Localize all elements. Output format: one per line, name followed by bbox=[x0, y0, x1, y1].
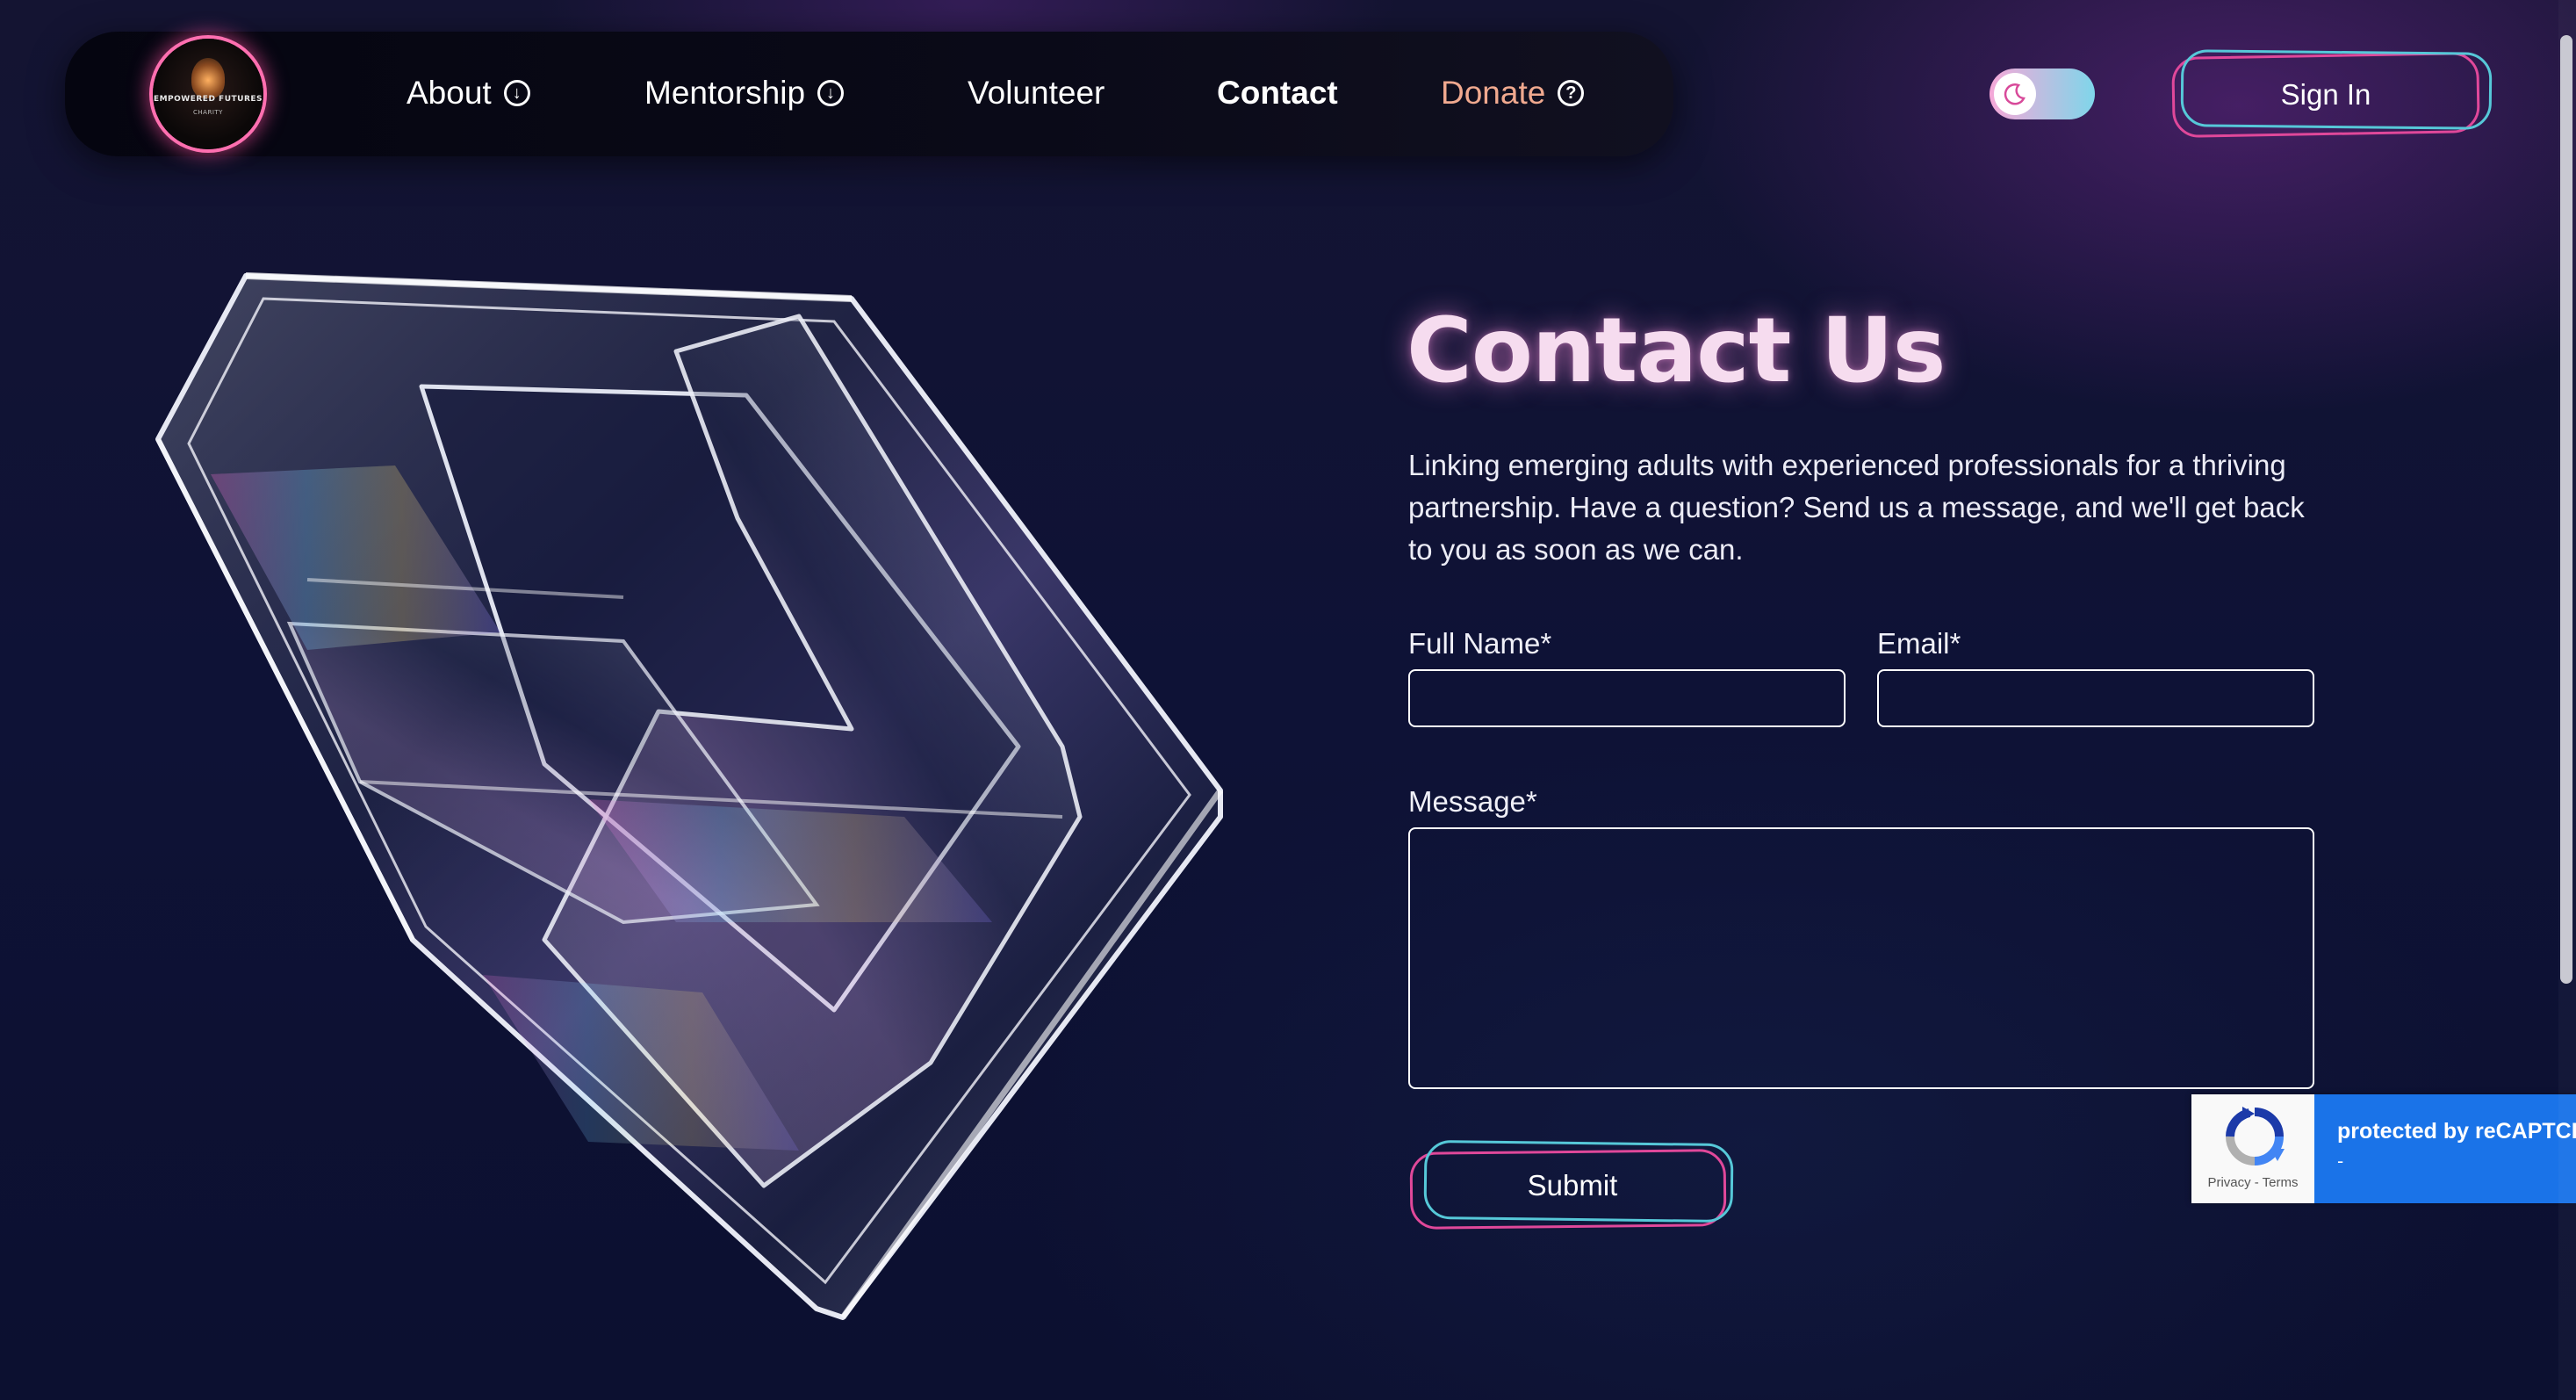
nav-item-mentorship[interactable]: Mentorship ↓ bbox=[644, 74, 845, 112]
nav-item-label: Contact bbox=[1217, 75, 1338, 111]
logo[interactable]: EMPOWERED FUTURES CHARITY bbox=[153, 39, 263, 149]
message-field[interactable] bbox=[1408, 827, 2314, 1089]
nav-item-about[interactable]: About ↓ bbox=[407, 74, 530, 112]
page-title: Contact Us bbox=[1407, 299, 1946, 403]
full-name-label: Full Name* bbox=[1408, 627, 1552, 660]
theme-toggle[interactable] bbox=[1990, 69, 2095, 119]
logo-text: EMPOWERED FUTURES bbox=[153, 95, 263, 104]
chevron-circle-down-icon: ↓ bbox=[817, 80, 845, 106]
recaptcha-dash: - bbox=[2337, 1151, 2344, 1172]
submit-button[interactable]: Submit bbox=[1408, 1139, 1737, 1230]
submit-label: Submit bbox=[1527, 1169, 1618, 1202]
nav-item-label: Mentorship bbox=[644, 75, 806, 111]
message-label: Message* bbox=[1408, 785, 1537, 818]
recaptcha-links[interactable]: Privacy - Terms bbox=[2191, 1175, 2314, 1190]
question-circle-icon: ? bbox=[1558, 80, 1585, 106]
moon-icon bbox=[2004, 83, 2026, 105]
page-description: Linking emerging adults with experienced… bbox=[1408, 449, 2305, 566]
lightbulb-icon bbox=[191, 58, 225, 98]
nav-item-volunteer[interactable]: Volunteer bbox=[968, 74, 1105, 112]
nav-item-label: Donate bbox=[1441, 75, 1546, 111]
full-name-field[interactable] bbox=[1408, 669, 1846, 727]
email-field[interactable] bbox=[1877, 669, 2314, 727]
recaptcha-info-panel: protected by reCAPTCHA - bbox=[2314, 1094, 2576, 1203]
nav-item-label: Volunteer bbox=[968, 75, 1105, 111]
sign-in-label: Sign In bbox=[2280, 78, 2371, 111]
logo-subtext: CHARITY bbox=[193, 109, 223, 116]
nav-item-label: About bbox=[407, 75, 492, 111]
toggle-knob bbox=[1994, 73, 2036, 115]
recaptcha-protected-text: protected by reCAPTCHA bbox=[2337, 1119, 2576, 1144]
scrollbar-thumb[interactable] bbox=[2560, 35, 2572, 984]
hero-glass-shape bbox=[155, 272, 1223, 1320]
chevron-circle-down-icon: ↓ bbox=[503, 80, 530, 106]
recaptcha-badge[interactable]: Privacy - Terms protected by reCAPTCHA - bbox=[2191, 1094, 2576, 1203]
email-label: Email* bbox=[1877, 627, 1961, 660]
recaptcha-logo-panel: Privacy - Terms bbox=[2191, 1094, 2314, 1203]
sign-in-button[interactable]: Sign In bbox=[2171, 49, 2493, 139]
nav-item-donate[interactable]: Donate ? bbox=[1441, 74, 1585, 112]
recaptcha-icon bbox=[2226, 1107, 2285, 1165]
main-nav: EMPOWERED FUTURES CHARITY About ↓ Mentor… bbox=[65, 32, 1673, 156]
nav-item-contact[interactable]: Contact bbox=[1217, 74, 1338, 112]
